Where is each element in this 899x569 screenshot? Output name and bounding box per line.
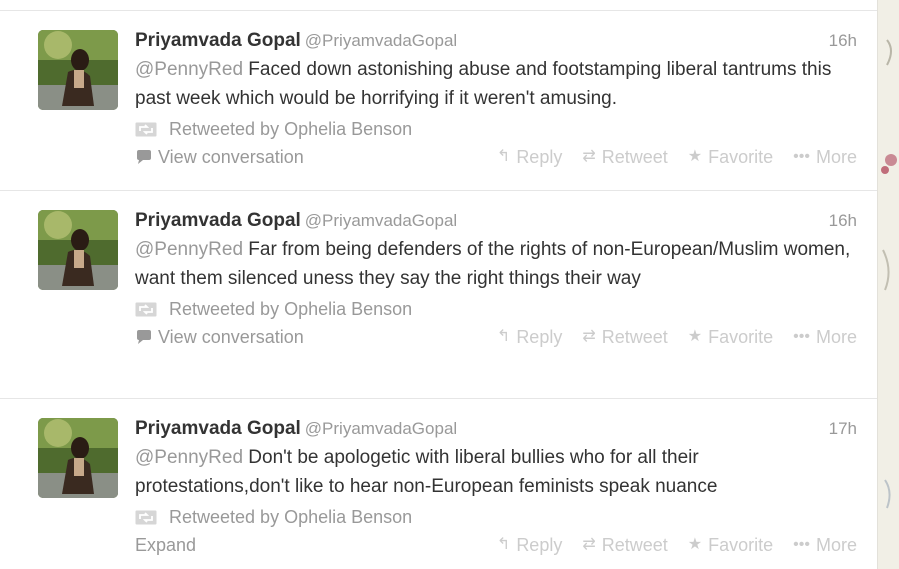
- tweet-body: Far from being defenders of the rights o…: [135, 239, 851, 289]
- favorite-button[interactable]: ★ Favorite: [688, 323, 773, 351]
- retweet-button[interactable]: ⇄ Retweet: [582, 323, 667, 351]
- retweet-icon: ⇄: [582, 536, 596, 553]
- retweet-label: Retweet: [601, 147, 668, 167]
- mention-link[interactable]: @PennyRed: [135, 239, 243, 260]
- author-fullname[interactable]: Priyamvada Gopal: [135, 30, 301, 51]
- background-floral-decoration: [881, 39, 897, 509]
- retweeted-icon: [135, 122, 157, 136]
- retweet-button[interactable]: ⇄ Retweet: [582, 531, 667, 559]
- view-conversation-link[interactable]: View conversation: [135, 323, 304, 351]
- favorite-button[interactable]: ★ Favorite: [688, 531, 773, 559]
- reply-arrow-icon: ↰: [496, 536, 511, 553]
- mention-link[interactable]: @PennyRed: [135, 59, 243, 80]
- ellipsis-icon: •••: [793, 328, 810, 345]
- avatar[interactable]: [38, 418, 118, 498]
- reply-arrow-icon: ↰: [496, 328, 511, 345]
- retweet-icon: ⇄: [582, 148, 596, 165]
- reply-label: Reply: [516, 147, 563, 167]
- tweet-item[interactable]: Priyamvada Gopal @PriyamvadaGopal 16h @Pe…: [0, 190, 877, 399]
- speech-bubble-icon: [137, 330, 151, 344]
- retweeted-by-label[interactable]: Retweeted by Ophelia Benson: [169, 115, 412, 143]
- reply-label: Reply: [516, 327, 563, 347]
- retweeted-by-label[interactable]: Retweeted by Ophelia Benson: [169, 503, 412, 531]
- ellipsis-icon: •••: [793, 148, 810, 165]
- author-fullname[interactable]: Priyamvada Gopal: [135, 418, 301, 439]
- tweet-item[interactable]: Priyamvada Gopal @PriyamvadaGopal 17h @Pe…: [0, 398, 877, 569]
- more-label: More: [815, 535, 857, 555]
- retweeted-by-label[interactable]: Retweeted by Ophelia Benson: [169, 295, 412, 323]
- favorite-label: Favorite: [708, 327, 774, 347]
- star-icon: ★: [687, 536, 703, 553]
- author-username[interactable]: @PriyamvadaGopal: [305, 419, 457, 438]
- star-icon: ★: [687, 148, 703, 165]
- retweet-context: Retweeted by Ophelia Benson: [135, 503, 857, 531]
- retweet-context: Retweeted by Ophelia Benson: [135, 295, 857, 323]
- tweet-item[interactable]: Priyamvada Gopal @PriyamvadaGopal 16h @Pe…: [0, 10, 877, 191]
- tweet-timestamp[interactable]: 16h: [829, 28, 857, 53]
- reply-button[interactable]: ↰ Reply: [497, 531, 562, 559]
- retweet-context: Retweeted by Ophelia Benson: [135, 115, 857, 143]
- author-fullname[interactable]: Priyamvada Gopal: [135, 210, 301, 231]
- favorite-label: Favorite: [708, 147, 774, 167]
- retweet-label: Retweet: [601, 327, 668, 347]
- reply-button[interactable]: ↰ Reply: [497, 323, 562, 351]
- more-button[interactable]: ••• More: [793, 531, 857, 559]
- retweet-label: Retweet: [601, 535, 668, 555]
- tweet-timestamp[interactable]: 17h: [829, 416, 857, 441]
- star-icon: ★: [687, 328, 703, 345]
- tweet-text: @PennyRed Don't be apologetic with liber…: [135, 443, 857, 501]
- retweet-button[interactable]: ⇄ Retweet: [582, 143, 667, 171]
- more-label: More: [815, 147, 857, 167]
- more-label: More: [815, 327, 857, 347]
- more-button[interactable]: ••• More: [793, 143, 857, 171]
- details-label: View conversation: [158, 327, 304, 347]
- speech-bubble-icon: [137, 150, 151, 164]
- details-label: View conversation: [158, 147, 304, 167]
- expand-link[interactable]: Expand: [135, 531, 196, 559]
- avatar[interactable]: [38, 30, 118, 110]
- reply-label: Reply: [516, 535, 563, 555]
- retweet-icon: ⇄: [582, 328, 596, 345]
- tweet-timestamp[interactable]: 16h: [829, 208, 857, 233]
- timeline: Priyamvada Gopal @PriyamvadaGopal 16h @Pe…: [0, 0, 878, 569]
- favorite-label: Favorite: [708, 535, 774, 555]
- tweet-text: @PennyRed Faced down astonishing abuse a…: [135, 55, 857, 113]
- author-username[interactable]: @PriyamvadaGopal: [305, 31, 457, 50]
- avatar[interactable]: [38, 210, 118, 290]
- details-label: Expand: [135, 535, 197, 555]
- mention-link[interactable]: @PennyRed: [135, 447, 243, 468]
- view-conversation-link[interactable]: View conversation: [135, 143, 304, 171]
- more-button[interactable]: ••• More: [793, 323, 857, 351]
- reply-button[interactable]: ↰ Reply: [497, 143, 562, 171]
- ellipsis-icon: •••: [793, 536, 810, 553]
- retweeted-icon: [135, 302, 157, 316]
- favorite-button[interactable]: ★ Favorite: [688, 143, 773, 171]
- retweeted-icon: [135, 510, 157, 524]
- reply-arrow-icon: ↰: [496, 148, 511, 165]
- tweet-text: @PennyRed Far from being defenders of th…: [135, 235, 857, 293]
- author-username[interactable]: @PriyamvadaGopal: [305, 211, 457, 230]
